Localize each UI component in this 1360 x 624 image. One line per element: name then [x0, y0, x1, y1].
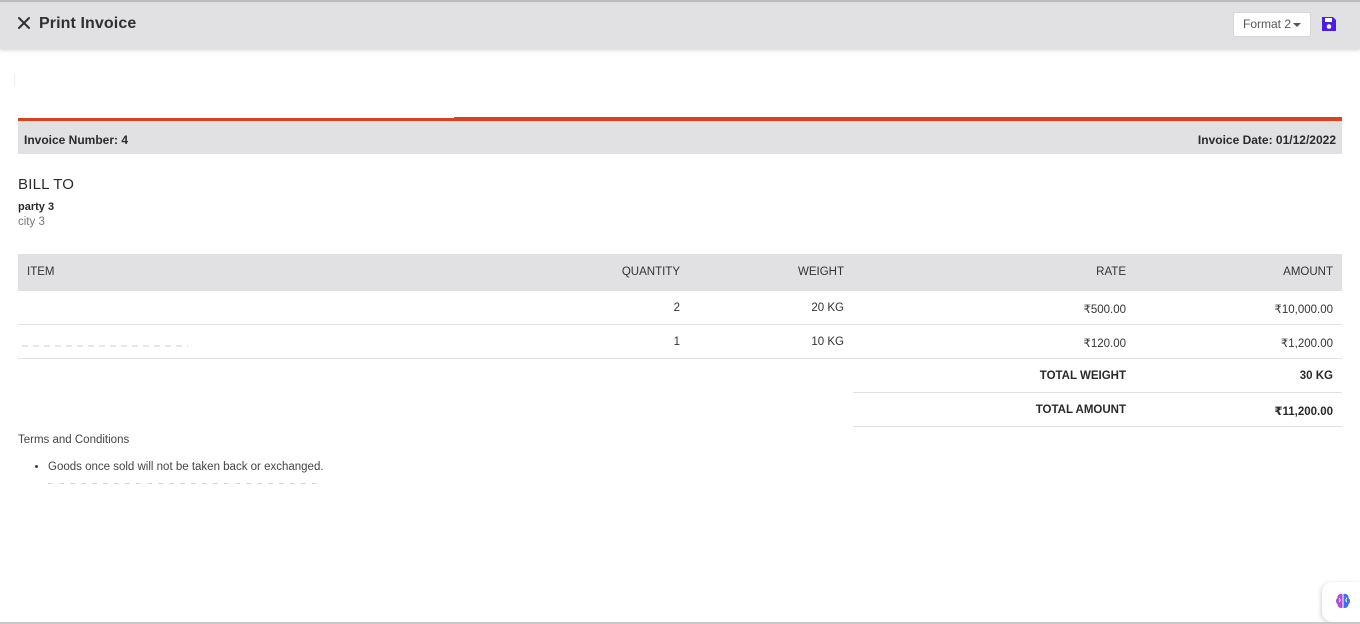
terms-item-placeholder — [48, 482, 320, 484]
terms-item-text: Goods once sold will not be taken back o… — [48, 461, 324, 473]
item-weight: 20 KG — [811, 302, 844, 314]
item-name-placeholder — [22, 345, 188, 347]
format-select-value: Format 2 — [1243, 17, 1292, 31]
table-row: 2 20 KG ₹500.00 ₹10,000.00 — [18, 291, 1342, 325]
invoice-date: Invoice Date: 01/12/2022 — [1197, 133, 1336, 147]
bill-to-heading: BILL TO — [18, 176, 75, 193]
column-header-rate: RATE — [1096, 266, 1126, 278]
item-rate: ₹120.00 — [1083, 338, 1127, 350]
brain-icon — [1336, 593, 1350, 609]
total-amount-label: TOTAL AMOUNT — [1035, 404, 1126, 416]
total-amount-row: TOTAL AMOUNT ₹11,200.00 — [853, 393, 1342, 427]
column-header-amount: AMOUNT — [1283, 266, 1333, 278]
party-city: city 3 — [18, 216, 45, 228]
dialog-header: Print Invoice Format 2 — [0, 2, 1360, 49]
item-amount: ₹1,200.00 — [1280, 338, 1333, 350]
items-table-header: ITEM QUANTITY WEIGHT RATE AMOUNT — [18, 254, 1342, 291]
terms-heading: Terms and Conditions — [18, 434, 130, 446]
total-weight-label: TOTAL WEIGHT — [1039, 370, 1126, 382]
chevron-down-icon — [1293, 23, 1301, 27]
total-weight-value: 30 KG — [1299, 370, 1333, 382]
invoice-meta-bar: Invoice Number: 4 Invoice Date: 01/12/20… — [18, 121, 1342, 154]
column-header-item: ITEM — [27, 266, 55, 278]
terms-list: Goods once sold will not be taken back o… — [18, 459, 324, 484]
item-weight: 10 KG — [811, 336, 844, 348]
save-button[interactable] — [1321, 16, 1337, 32]
party-name: party 3 — [18, 201, 55, 213]
item-quantity: 1 — [673, 336, 680, 348]
item-rate: ₹500.00 — [1083, 304, 1127, 316]
dialog-title: Print Invoice — [39, 15, 137, 32]
invoice-number: Invoice Number: 4 — [24, 133, 129, 147]
total-amount-value: ₹11,200.00 — [1274, 406, 1333, 418]
assistant-button[interactable] — [1322, 582, 1360, 622]
total-weight-row: TOTAL WEIGHT 30 KG — [853, 359, 1342, 393]
column-header-weight: WEIGHT — [798, 266, 844, 278]
item-amount: ₹10,000.00 — [1274, 304, 1333, 316]
item-quantity: 2 — [673, 302, 680, 314]
terms-item: Goods once sold will not be taken back o… — [48, 459, 324, 476]
print-invoice-dialog: Print Invoice Format 2 Invoice Number: 4… — [0, 0, 1360, 624]
format-select[interactable]: Format 2 — [1233, 12, 1311, 37]
close-button[interactable] — [15, 13, 33, 33]
table-row: 1 10 KG ₹120.00 ₹1,200.00 — [18, 325, 1342, 359]
logo-placeholder — [14, 73, 15, 87]
close-icon — [18, 17, 30, 29]
save-icon — [1322, 17, 1336, 31]
column-header-quantity: QUANTITY — [621, 266, 680, 278]
terms-item — [48, 476, 324, 484]
